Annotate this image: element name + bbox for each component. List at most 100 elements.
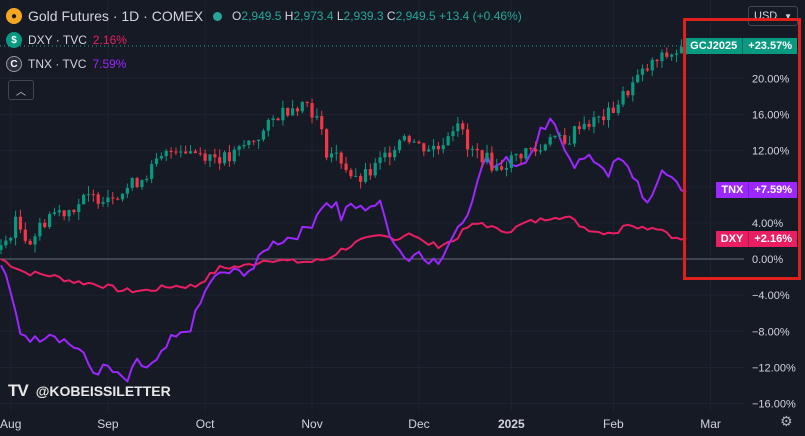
candle-body — [388, 152, 392, 158]
candle-body — [38, 222, 42, 237]
legend-dxy-value: 2.16% — [92, 33, 127, 47]
candle-body — [402, 136, 406, 141]
candle-body — [499, 166, 504, 170]
candle-body — [461, 123, 465, 130]
candle-body — [514, 154, 518, 156]
candle-body — [475, 148, 479, 151]
candle-body — [77, 204, 81, 213]
candle-body — [368, 169, 372, 176]
candle-body — [359, 176, 363, 182]
candle-body — [276, 118, 280, 121]
market-status-icon — [213, 11, 223, 21]
candle-body — [310, 103, 314, 118]
candle-body — [237, 146, 241, 150]
candle-body — [485, 152, 489, 163]
candle-body — [446, 136, 450, 146]
highlight-box — [683, 18, 801, 280]
candle-body — [412, 141, 416, 143]
candle-body — [106, 197, 110, 203]
candle-body — [480, 150, 484, 163]
candle-body — [334, 152, 338, 154]
candle-body — [577, 126, 581, 130]
candle-body — [86, 194, 91, 196]
candle-body — [572, 126, 577, 144]
candle-body — [33, 236, 37, 245]
candle-body — [295, 108, 300, 112]
candle-body — [43, 222, 47, 228]
candle-body — [222, 152, 227, 164]
x-tick-label: Feb — [603, 417, 624, 431]
candle-body — [329, 153, 334, 158]
candle-body — [135, 178, 139, 188]
candle-body — [534, 148, 538, 152]
candle-body — [242, 144, 246, 147]
watermark-handle: @KOBEISSILETTER — [35, 383, 171, 399]
dxy-line — [0, 215, 687, 294]
candle-body — [261, 130, 266, 140]
candle-body — [203, 153, 207, 161]
candle-body — [179, 151, 183, 153]
candle-body — [636, 74, 640, 83]
candle-body — [611, 107, 615, 113]
x-tick-label: 2025 — [498, 417, 525, 431]
gold-coin-icon: ● — [6, 8, 22, 24]
y-tick-label: −4.00% — [752, 290, 790, 302]
candle-body — [174, 151, 178, 153]
candle-body — [116, 198, 120, 200]
tradingview-logo: TV — [8, 381, 29, 400]
candle-body — [655, 59, 659, 62]
candle-body — [57, 210, 61, 213]
candle-body — [315, 116, 319, 118]
candle-body — [164, 151, 168, 157]
candle-body — [631, 82, 635, 96]
candle-body — [393, 150, 397, 158]
candle-body — [582, 123, 586, 130]
candle-body — [82, 194, 86, 205]
candle-body — [407, 136, 411, 143]
candle-body — [354, 176, 358, 178]
candle-body — [660, 52, 664, 62]
candle-body — [436, 145, 440, 150]
candle-body — [431, 145, 436, 150]
candle-body — [465, 129, 470, 150]
legend-dxy[interactable]: $ DXY · TVC 2.16% — [6, 31, 127, 49]
candle-body — [305, 101, 309, 104]
candle-body — [592, 117, 596, 127]
candle-body — [563, 135, 567, 144]
candle-body — [125, 187, 129, 194]
symbol-title[interactable]: Gold Futures · 1D · COMEX — [28, 8, 203, 24]
candle-body — [597, 116, 601, 118]
collapse-legend-button[interactable]: ︿ — [8, 80, 34, 100]
candle-body — [349, 170, 353, 177]
candle-body — [548, 137, 552, 145]
candle-body — [52, 212, 57, 215]
tnx-icon: C — [6, 56, 22, 72]
candle-body — [397, 140, 402, 151]
legend-tnx[interactable]: C TNX · TVC 7.59% — [6, 55, 126, 73]
x-tick-label: Mar — [700, 417, 721, 431]
legend-tnx-name: TNX · TVC — [28, 57, 87, 71]
candle-body — [383, 152, 387, 158]
candle-body — [320, 116, 324, 130]
candle-body — [650, 59, 654, 71]
candle-body — [606, 107, 611, 121]
gear-icon[interactable]: ⚙ — [780, 413, 793, 430]
x-tick-label: Dec — [408, 417, 429, 431]
candle-body — [150, 164, 154, 179]
candle-body — [417, 141, 421, 144]
candle-body — [111, 197, 115, 199]
chevron-up-icon: ︿ — [16, 86, 26, 98]
candle-body — [188, 151, 193, 154]
candle-body — [645, 68, 649, 71]
candle-body — [266, 119, 270, 131]
candle-body — [154, 158, 159, 165]
candle-body — [427, 149, 431, 152]
candle-body — [184, 151, 188, 154]
candle-body — [48, 214, 52, 228]
candle-body — [67, 209, 71, 217]
candle-body — [23, 229, 27, 241]
candle-body — [62, 210, 66, 217]
candle-body — [0, 245, 3, 250]
candle-body — [344, 163, 348, 171]
candle-body — [213, 154, 217, 158]
